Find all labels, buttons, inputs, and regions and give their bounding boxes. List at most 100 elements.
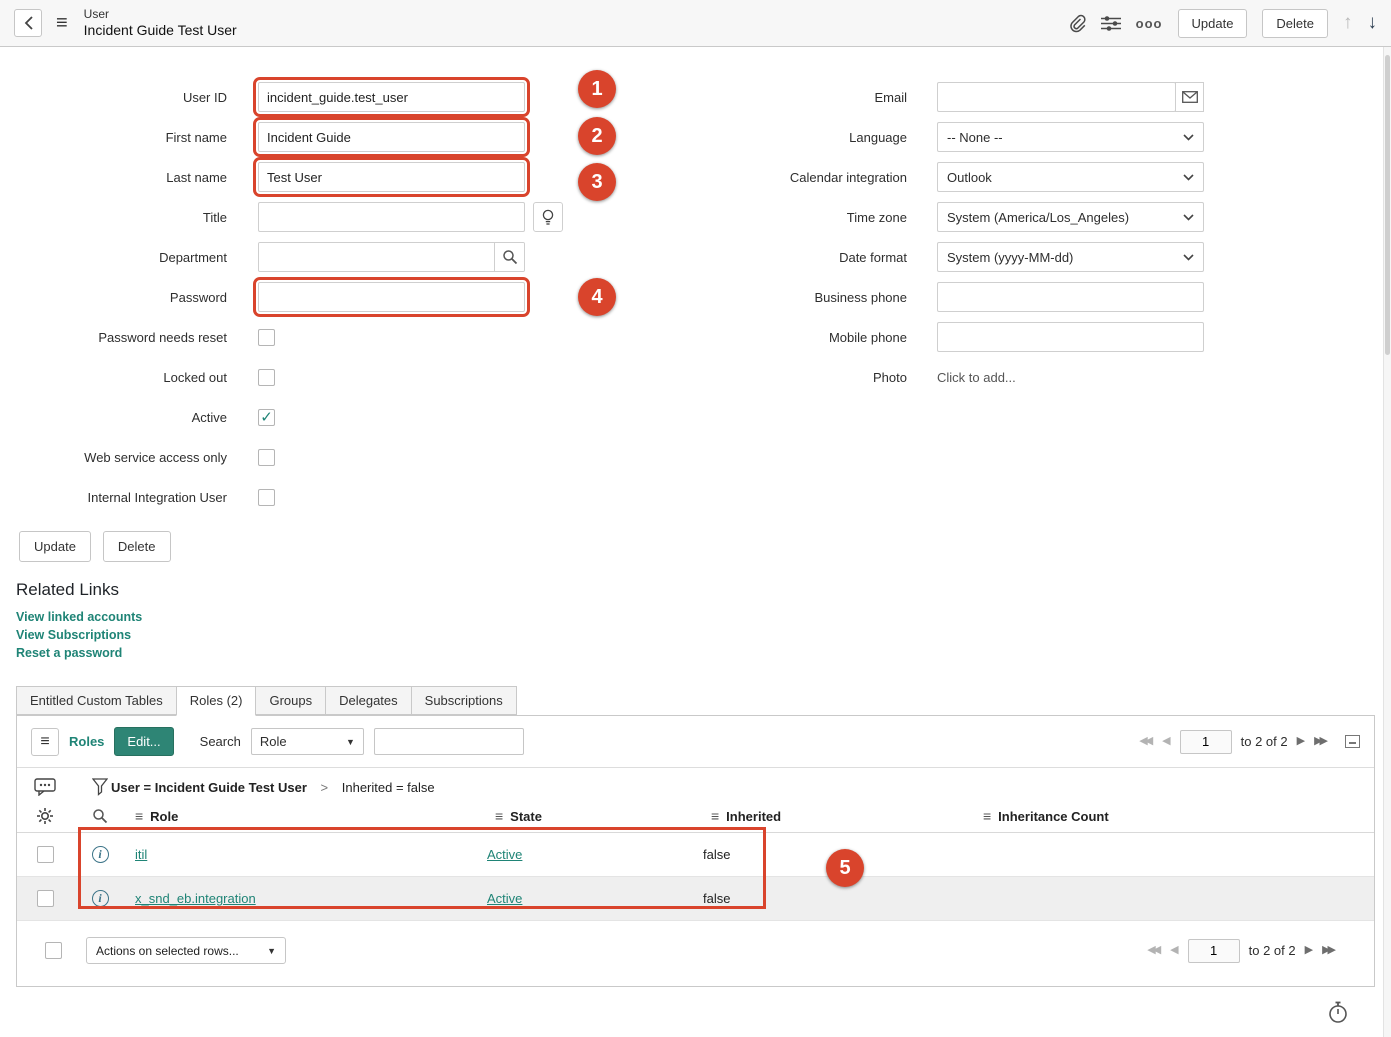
breadcrumb-user-condition[interactable]: User = Incident Guide Test User bbox=[111, 780, 307, 795]
internal-integration-user-checkbox[interactable]: ✓ bbox=[258, 489, 275, 506]
delete-button[interactable]: Delete bbox=[103, 531, 171, 562]
update-button[interactable]: Update bbox=[19, 531, 91, 562]
last-page-icon[interactable]: ▶▶ bbox=[1322, 945, 1336, 956]
web-service-access-only-checkbox[interactable]: ✓ bbox=[258, 449, 275, 466]
language-label: Language bbox=[697, 130, 907, 145]
column-menu-icon[interactable]: ≡ bbox=[495, 808, 503, 824]
calendar-integration-select[interactable]: Outlook bbox=[937, 162, 1204, 192]
record-heading: User Incident Guide Test User bbox=[84, 7, 237, 38]
tab-subscriptions[interactable]: Subscriptions bbox=[411, 686, 517, 715]
role-link[interactable]: x_snd_eb.integration bbox=[135, 891, 256, 906]
send-email-button[interactable] bbox=[1175, 82, 1204, 112]
business-phone-input[interactable] bbox=[937, 282, 1204, 312]
photo-click-to-add[interactable]: Click to add... bbox=[937, 370, 1016, 385]
related-links-section: Related Links View linked accounts View … bbox=[16, 580, 1391, 662]
language-select[interactable]: -- None -- bbox=[937, 122, 1204, 152]
reset-a-password-link[interactable]: Reset a password bbox=[16, 644, 1391, 662]
edit-button[interactable]: Edit... bbox=[114, 727, 173, 756]
active-checkbox[interactable]: ✓ bbox=[258, 409, 275, 426]
select-all-checkbox[interactable]: ✓ bbox=[45, 942, 62, 959]
email-input[interactable] bbox=[937, 82, 1176, 112]
column-header-inheritance-count[interactable]: ≡Inheritance Count bbox=[975, 808, 1374, 824]
tab-entitled-custom-tables[interactable]: Entitled Custom Tables bbox=[16, 686, 177, 715]
menu-icon: ≡ bbox=[40, 733, 49, 751]
form-context-menu-icon[interactable]: ≡ bbox=[56, 13, 68, 33]
search-icon bbox=[502, 249, 518, 265]
attachment-icon[interactable] bbox=[1068, 14, 1086, 33]
first-page-icon[interactable]: ◀◀ bbox=[1139, 736, 1153, 747]
back-button[interactable] bbox=[14, 9, 42, 37]
search-column-select[interactable]: Role ▼ bbox=[251, 728, 364, 755]
annotation-4: 4 bbox=[578, 278, 616, 316]
activity-chat-icon[interactable] bbox=[17, 778, 73, 796]
previous-record-icon[interactable]: ↑ bbox=[1343, 12, 1353, 34]
header-update-button[interactable]: Update bbox=[1178, 9, 1248, 38]
info-icon[interactable]: i bbox=[92, 846, 109, 863]
active-label: Active bbox=[0, 410, 227, 425]
tab-delegates[interactable]: Delegates bbox=[325, 686, 412, 715]
column-menu-icon[interactable]: ≡ bbox=[711, 808, 719, 824]
row-select-checkbox[interactable]: ✓ bbox=[37, 890, 54, 907]
header-delete-button[interactable]: Delete bbox=[1262, 9, 1328, 38]
column-header-inherited[interactable]: ≡Inherited bbox=[703, 808, 975, 824]
view-linked-accounts-link[interactable]: View linked accounts bbox=[16, 608, 1391, 626]
annotation-3: 3 bbox=[578, 163, 616, 201]
department-input[interactable] bbox=[259, 243, 494, 271]
password-needs-reset-label: Password needs reset bbox=[0, 330, 227, 345]
next-page-icon[interactable]: ▶ bbox=[1297, 736, 1305, 747]
column-menu-icon[interactable]: ≡ bbox=[135, 808, 143, 824]
list-search-icon[interactable] bbox=[73, 808, 127, 824]
list-context-menu-button[interactable]: ≡ bbox=[31, 728, 59, 756]
column-header-state[interactable]: ≡ State bbox=[487, 808, 703, 824]
scrollbar-thumb[interactable] bbox=[1385, 55, 1390, 355]
previous-page-icon[interactable]: ◀ bbox=[1170, 945, 1178, 956]
previous-page-icon[interactable]: ◀ bbox=[1162, 736, 1170, 747]
page-number-input[interactable] bbox=[1188, 939, 1240, 963]
related-list-tabs: Entitled Custom Tables Roles (2) Groups … bbox=[16, 686, 1391, 715]
locked-out-checkbox[interactable]: ✓ bbox=[258, 369, 275, 386]
title-input[interactable] bbox=[258, 202, 525, 232]
first-name-input[interactable] bbox=[258, 122, 525, 152]
time-zone-select[interactable]: System (America/Los_Angeles) bbox=[937, 202, 1204, 232]
state-link[interactable]: Active bbox=[487, 891, 522, 906]
state-link[interactable]: Active bbox=[487, 847, 522, 862]
suggestion-button[interactable] bbox=[533, 202, 563, 232]
page-number-input[interactable] bbox=[1180, 730, 1232, 754]
role-link[interactable]: itil bbox=[135, 847, 147, 862]
password-needs-reset-checkbox[interactable]: ✓ bbox=[258, 329, 275, 346]
breadcrumb-separator: > bbox=[321, 780, 329, 795]
form-right-column: Email Language -- None -- Calendar integ… bbox=[697, 77, 1257, 517]
password-input[interactable] bbox=[258, 282, 525, 312]
more-options-icon[interactable]: ooo bbox=[1136, 16, 1163, 31]
column-header-role[interactable]: ≡Role bbox=[127, 808, 487, 824]
lightbulb-icon bbox=[542, 209, 554, 226]
first-page-icon[interactable]: ◀◀ bbox=[1147, 945, 1161, 956]
next-record-icon[interactable]: ↓ bbox=[1368, 12, 1378, 34]
list-search-input[interactable] bbox=[374, 728, 524, 755]
tab-roles[interactable]: Roles (2) bbox=[176, 686, 257, 716]
column-header-label: State bbox=[510, 809, 542, 824]
collapse-list-icon[interactable] bbox=[1345, 735, 1360, 748]
user-id-input[interactable] bbox=[258, 82, 525, 112]
personalize-form-icon[interactable] bbox=[1101, 15, 1121, 32]
last-name-input[interactable] bbox=[258, 162, 525, 192]
tab-groups[interactable]: Groups bbox=[255, 686, 326, 715]
date-format-select[interactable]: System (yyyy-MM-dd) bbox=[937, 242, 1204, 272]
breadcrumb-inherited-condition[interactable]: Inherited = false bbox=[342, 780, 435, 795]
view-subscriptions-link[interactable]: View Subscriptions bbox=[16, 626, 1391, 644]
next-page-icon[interactable]: ▶ bbox=[1305, 945, 1313, 956]
actions-on-selected-rows-select[interactable]: Actions on selected rows... ▼ bbox=[86, 937, 286, 964]
department-lookup-button[interactable] bbox=[494, 243, 524, 271]
column-menu-icon[interactable]: ≡ bbox=[983, 808, 991, 824]
response-time-stopwatch-icon[interactable] bbox=[1328, 1001, 1348, 1027]
info-icon[interactable]: i bbox=[92, 890, 109, 907]
list-bottom-pagination: ◀◀ ◀ to 2 of 2 ▶ ▶▶ bbox=[1147, 939, 1336, 963]
mobile-phone-input[interactable] bbox=[937, 322, 1204, 352]
row-select-checkbox[interactable]: ✓ bbox=[37, 846, 54, 863]
vertical-scrollbar[interactable] bbox=[1383, 47, 1391, 1037]
chevron-down-icon bbox=[1183, 254, 1194, 261]
personalize-list-gear-icon[interactable] bbox=[17, 807, 73, 825]
list-header-row: ≡Role ≡ State ≡Inherited ≡Inheritance Cou… bbox=[17, 800, 1374, 833]
last-page-icon[interactable]: ▶▶ bbox=[1314, 736, 1328, 747]
password-label: Password bbox=[0, 290, 227, 305]
